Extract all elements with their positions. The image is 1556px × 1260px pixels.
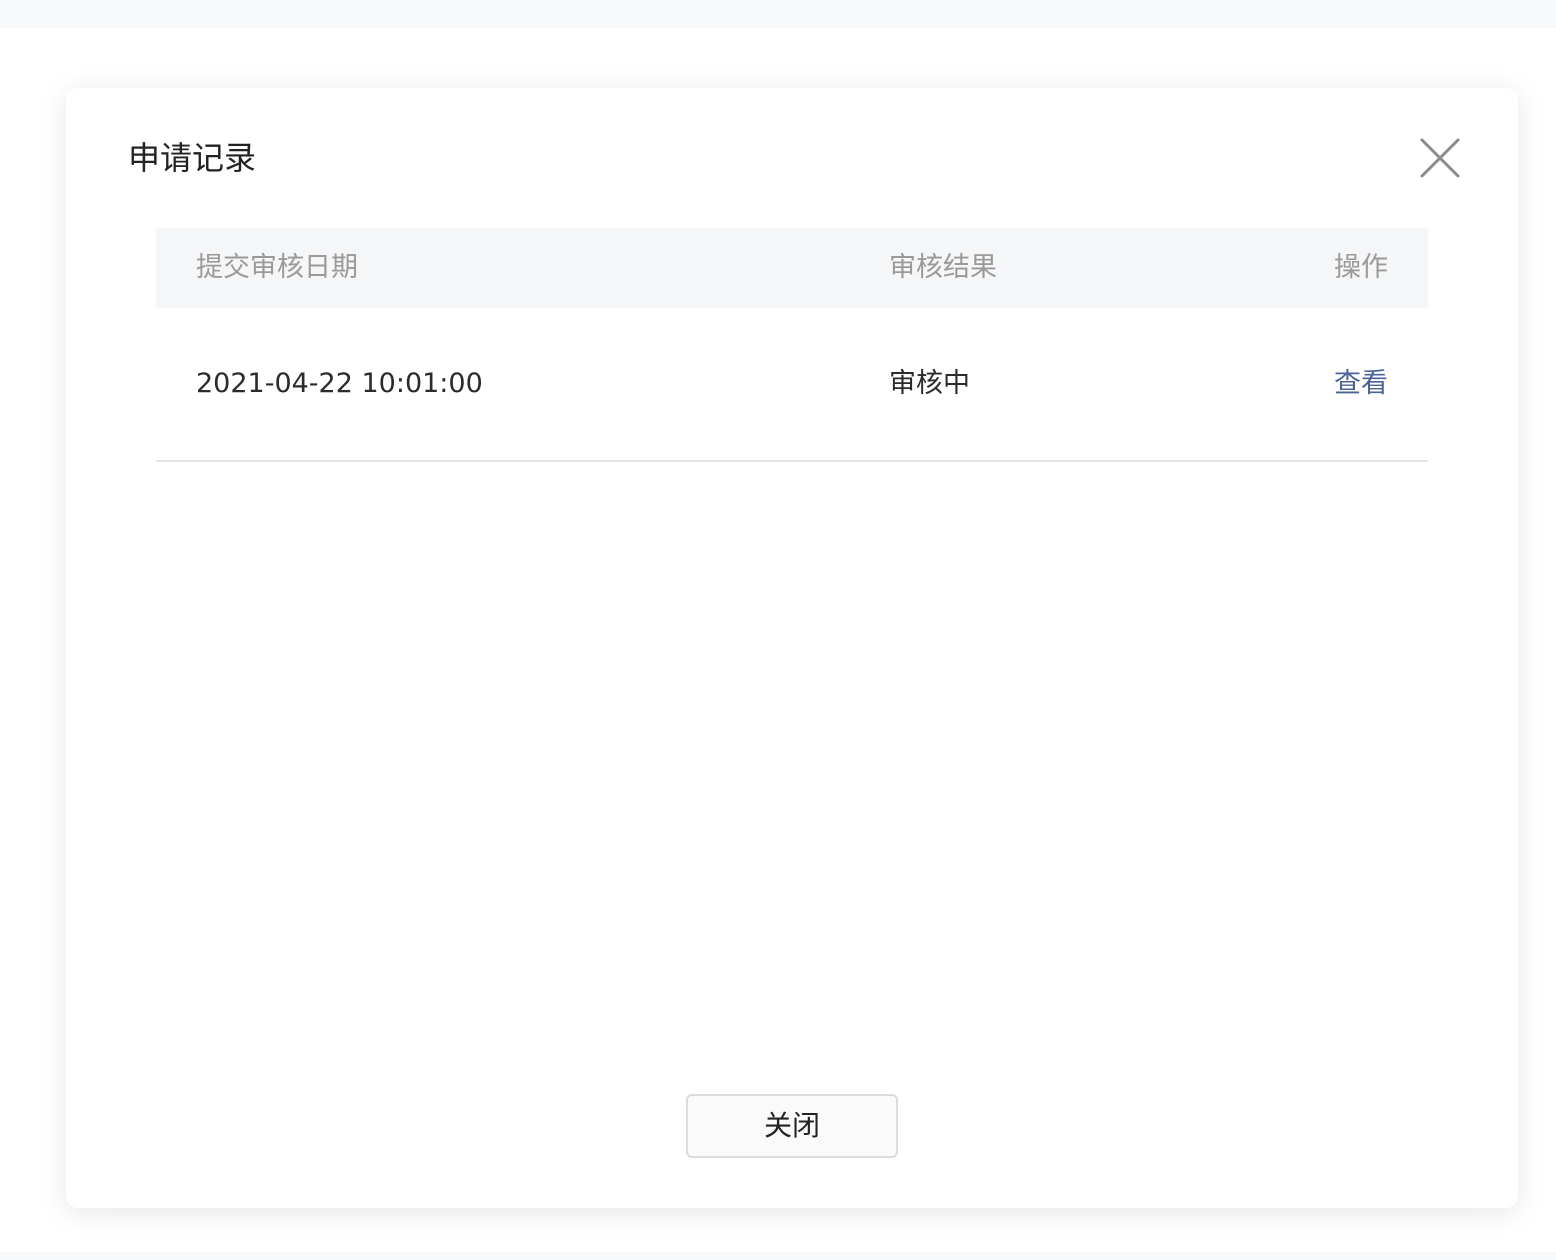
dialog-title: 申请记录	[128, 139, 257, 177]
column-header-submit-date: 提交审核日期	[196, 252, 358, 283]
cell-review-result: 审核中	[889, 368, 970, 399]
column-header-action: 操作	[1334, 252, 1388, 283]
table-header: 提交审核日期 审核结果 操作	[156, 228, 1428, 308]
view-link[interactable]: 查看	[1334, 308, 1388, 460]
application-records-dialog: 申请记录 提交审核日期 审核结果 操作 2021-04-22 10:01:00 …	[66, 88, 1518, 1208]
column-header-review-result: 审核结果	[889, 252, 997, 283]
table-row: 2021-04-22 10:01:00 审核中 查看	[156, 308, 1428, 462]
records-table: 提交审核日期 审核结果 操作 2021-04-22 10:01:00 审核中 查…	[156, 228, 1428, 462]
cell-submit-date: 2021-04-22 10:01:00	[196, 368, 483, 399]
close-button[interactable]: 关闭	[686, 1094, 898, 1158]
close-icon[interactable]	[1418, 136, 1462, 180]
